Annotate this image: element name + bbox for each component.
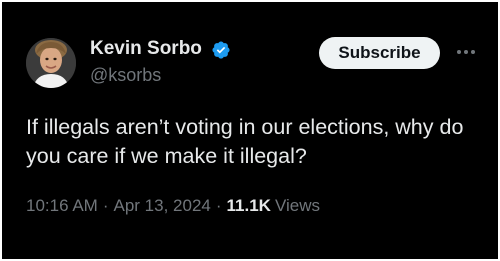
tweet-text: If illegals aren’t voting in our electio… (26, 115, 464, 168)
tweet-metadata: 10:16 AM · Apr 13, 2024 · 11.1K Views (26, 195, 320, 217)
verified-badge-icon (212, 41, 230, 59)
views-count[interactable]: 11.1K (227, 196, 271, 215)
profile-photo-icon (26, 38, 76, 88)
avatar[interactable] (26, 38, 76, 88)
more-options-icon[interactable] (454, 42, 478, 62)
meta-separator: · (215, 196, 222, 215)
tweet-card: Kevin Sorbo @ksorbs Subscribe If illegal… (2, 2, 498, 259)
views-label: Views (274, 196, 321, 215)
tweet-date[interactable]: Apr 13, 2024 (114, 196, 211, 215)
subscribe-button[interactable]: Subscribe (319, 37, 440, 69)
author-display-name[interactable]: Kevin Sorbo (90, 37, 202, 61)
meta-separator: · (102, 196, 109, 215)
tweet-time[interactable]: 10:16 AM (26, 196, 98, 215)
author-handle[interactable]: @ksorbs (90, 64, 161, 86)
